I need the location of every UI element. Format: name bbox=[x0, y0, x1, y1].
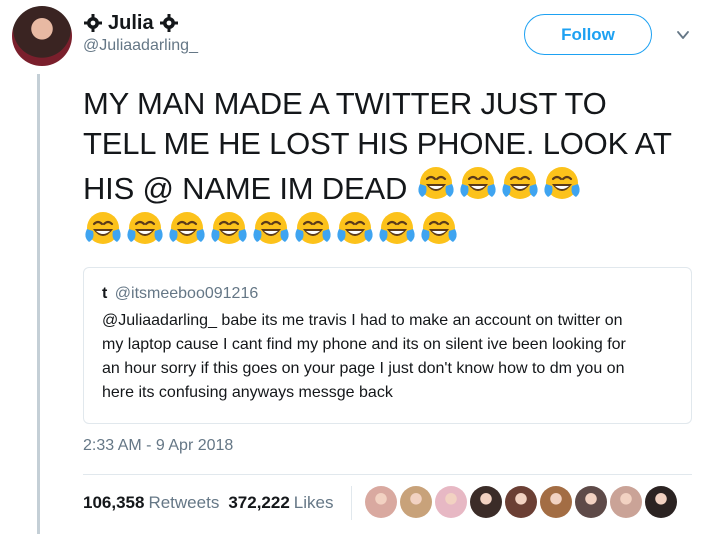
follow-button[interactable]: Follow bbox=[524, 14, 652, 55]
face-with-tears-of-joy-icon bbox=[459, 167, 496, 199]
author-name-row[interactable]: Julia bbox=[83, 10, 179, 36]
face-with-tears-of-joy-icon bbox=[417, 167, 454, 199]
tweet-stats: 106,358 Retweets 372,222 Likes bbox=[83, 493, 333, 513]
liker-avatar[interactable] bbox=[540, 486, 572, 518]
face-with-tears-of-joy-icon bbox=[379, 212, 415, 244]
liker-avatar[interactable] bbox=[400, 486, 432, 518]
liker-avatar[interactable] bbox=[470, 486, 502, 518]
face-with-tears-of-joy-icon bbox=[85, 212, 121, 244]
face-with-tears-of-joy-icon bbox=[127, 212, 163, 244]
author-name: Julia bbox=[108, 11, 154, 34]
author-avatar[interactable] bbox=[12, 6, 72, 66]
face-with-tears-of-joy-icon bbox=[211, 212, 247, 244]
retweets-label: Retweets bbox=[148, 493, 220, 512]
liker-avatar[interactable] bbox=[645, 486, 677, 518]
face-with-tears-of-joy-icon bbox=[337, 212, 373, 244]
quoted-tweet-text: @Juliaadarling_ babe its me travis I had… bbox=[102, 312, 626, 401]
face-with-tears-of-joy-icon bbox=[501, 167, 538, 199]
likes-count: 372,222 bbox=[228, 493, 290, 512]
face-with-tears-of-joy-icon bbox=[169, 212, 205, 244]
quoted-tweet-header: t @itsmeeboo091216 bbox=[102, 285, 675, 305]
liker-avatar[interactable] bbox=[575, 486, 607, 518]
quoted-author-name: t bbox=[102, 285, 108, 302]
emoji-group-second bbox=[83, 209, 683, 249]
gear-icon bbox=[159, 14, 178, 32]
thread-line bbox=[37, 74, 40, 534]
liker-avatar[interactable] bbox=[505, 486, 537, 518]
face-with-tears-of-joy-icon bbox=[253, 212, 289, 244]
retweets-stat[interactable]: 106,358 Retweets bbox=[83, 493, 219, 513]
stats-divider bbox=[351, 486, 352, 520]
author-handle[interactable]: @Juliaadarling_ bbox=[83, 37, 198, 55]
liker-avatar[interactable] bbox=[365, 486, 397, 518]
tweet-text: MY MAN MADE A TWITTER JUST TO TELL ME HE… bbox=[83, 84, 683, 249]
likes-stat[interactable]: 372,222 Likes bbox=[228, 493, 333, 513]
chevron-down-icon[interactable] bbox=[676, 28, 690, 42]
likes-label: Likes bbox=[293, 493, 334, 512]
quoted-tweet[interactable]: t @itsmeeboo091216 @Juliaadarling_ babe … bbox=[83, 267, 692, 424]
face-with-tears-of-joy-icon bbox=[295, 212, 331, 244]
tweet-body: MY MAN MADE A TWITTER JUST TO TELL ME HE… bbox=[83, 86, 672, 206]
likers-avatars bbox=[365, 486, 677, 518]
quoted-author-handle: @itsmeeboo091216 bbox=[114, 285, 259, 302]
liker-avatar[interactable] bbox=[435, 486, 467, 518]
retweets-count: 106,358 bbox=[83, 493, 145, 512]
divider bbox=[83, 474, 692, 475]
tweet-timestamp[interactable]: 2:33 AM - 9 Apr 2018 bbox=[83, 437, 233, 455]
face-with-tears-of-joy-icon bbox=[421, 212, 457, 244]
gear-icon bbox=[84, 14, 102, 32]
face-with-tears-of-joy-icon bbox=[543, 167, 580, 199]
emoji-group-inline bbox=[416, 164, 582, 204]
liker-avatar[interactable] bbox=[610, 486, 642, 518]
